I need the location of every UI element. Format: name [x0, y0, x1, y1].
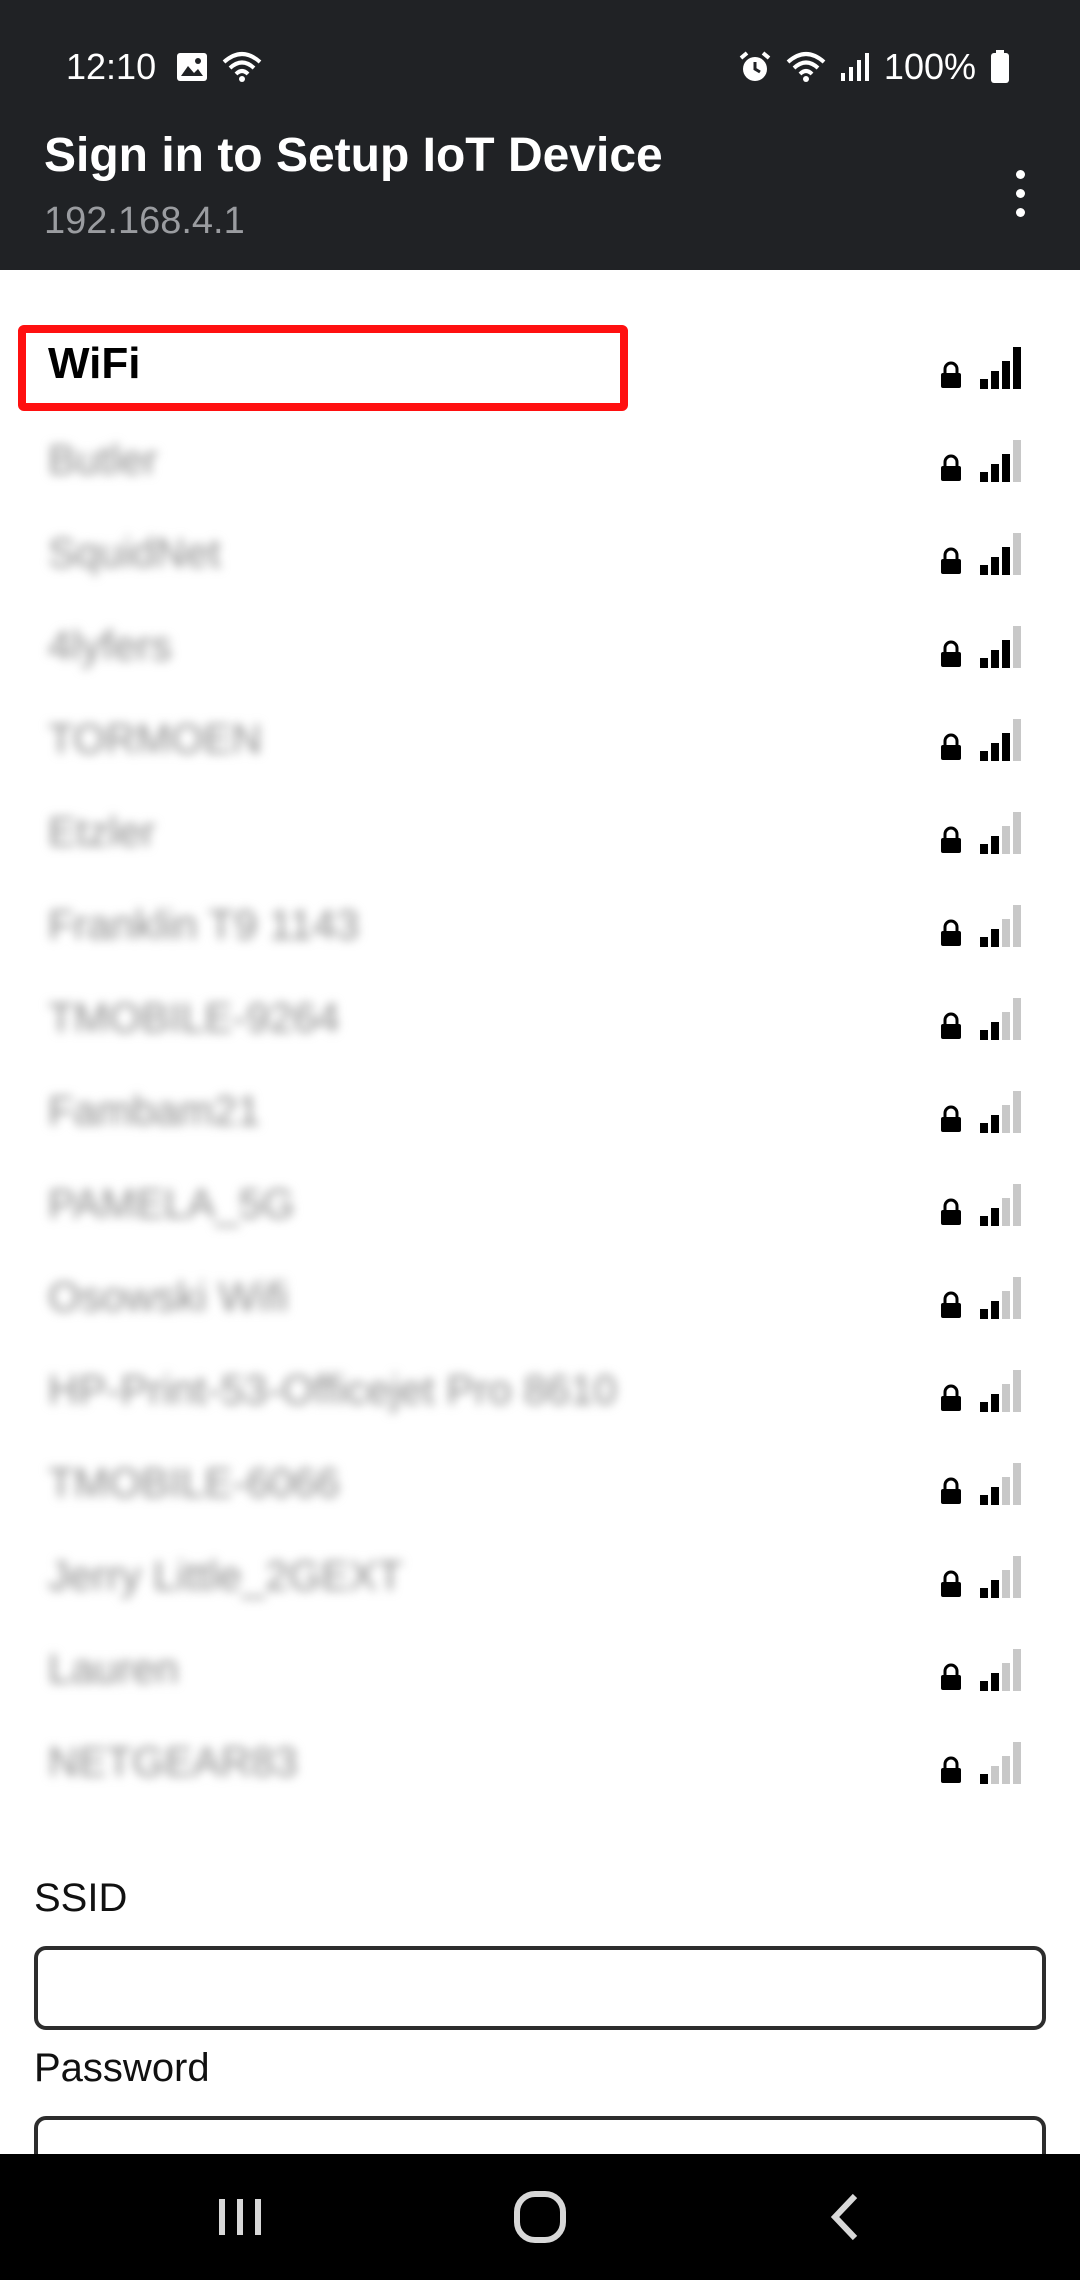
lock-icon: [941, 640, 961, 667]
wifi-calling-icon: [222, 50, 262, 84]
lock-icon: [941, 1570, 961, 1597]
back-icon: [830, 2193, 858, 2241]
lock-icon: [941, 919, 961, 946]
system-icons: 100%: [738, 46, 1010, 88]
signal-strength-icon: [980, 533, 1021, 575]
ssid-label: SSID: [34, 1876, 128, 1920]
lock-icon: [941, 1756, 961, 1783]
page-title: Sign in to Setup IoT Device: [44, 129, 663, 182]
network-name: PAMELA_5G: [48, 1180, 295, 1227]
battery-icon: [990, 50, 1010, 84]
signal-strength-icon: [980, 440, 1021, 482]
lock-icon: [941, 733, 961, 760]
signal-strength-icon: [980, 1463, 1021, 1505]
signal-strength-icon: [980, 1556, 1021, 1598]
alarm-icon: [738, 50, 772, 84]
home-button[interactable]: [440, 2154, 640, 2280]
network-name: TMOBILE-6066: [48, 1459, 340, 1506]
network-item[interactable]: Fambam21: [0, 1069, 1080, 1162]
network-name: 4lyfers: [48, 622, 172, 669]
signal-strength-icon: [980, 998, 1021, 1040]
clock: 12:10: [66, 46, 157, 87]
home-icon: [514, 2191, 566, 2243]
network-item[interactable]: SquidNet: [0, 511, 1080, 604]
signal-strength-icon: [980, 347, 1021, 389]
signal-strength-icon: [980, 626, 1021, 668]
network-name: HP-Print-53-Officejet Pro 8610: [48, 1366, 617, 1413]
network-list: WiFi Butler SquidNet 4lyfers TORMOEN Etzler Fr…: [0, 325, 1080, 1813]
lock-icon: [941, 1663, 961, 1690]
network-item[interactable]: TMOBILE-6066: [0, 1441, 1080, 1534]
network-item[interactable]: Butler: [0, 418, 1080, 511]
lock-icon: [941, 1105, 961, 1132]
signal-strength-icon: [980, 905, 1021, 947]
network-item[interactable]: NETGEAR83: [0, 1720, 1080, 1813]
network-name: TORMOEN: [48, 715, 262, 762]
page-url: 192.168.4.1: [44, 200, 245, 242]
navigation-bar: [0, 2154, 1080, 2280]
image-icon: [176, 52, 208, 82]
signal-strength-icon: [980, 1649, 1021, 1691]
network-item[interactable]: 4lyfers: [0, 604, 1080, 697]
network-name: SquidNet: [48, 529, 221, 576]
lock-icon: [941, 547, 961, 574]
network-name: Osowski Wifi: [48, 1273, 289, 1320]
signal-strength-icon: [980, 1091, 1021, 1133]
lock-icon: [941, 1012, 961, 1039]
signal-icon: [840, 51, 870, 83]
wifi-icon: [786, 50, 826, 84]
network-name: Jerry Little_2GEXT: [48, 1552, 403, 1599]
network-item[interactable]: PAMELA_5G: [0, 1162, 1080, 1255]
status-bar: 12:10 100%: [0, 0, 1080, 118]
network-item[interactable]: Osowski Wifi: [0, 1255, 1080, 1348]
network-name: NETGEAR83: [48, 1738, 298, 1785]
network-name: Fambam21: [48, 1087, 261, 1134]
network-name: Butler: [48, 436, 158, 483]
network-item[interactable]: Etzler: [0, 790, 1080, 883]
recent-apps-button[interactable]: [140, 2154, 340, 2280]
network-item[interactable]: Lauren: [0, 1627, 1080, 1720]
network-name: Lauren: [48, 1645, 179, 1692]
lock-icon: [941, 1384, 961, 1411]
app-bar: Sign in to Setup IoT Device 192.168.4.1: [0, 118, 1080, 270]
network-item[interactable]: HP-Print-53-Officejet Pro 8610: [0, 1348, 1080, 1441]
lock-icon: [941, 1477, 961, 1504]
network-name: TMOBILE-9264: [48, 994, 340, 1041]
network-name: Franklin T9 1143: [48, 901, 360, 948]
network-name: WiFi: [48, 339, 141, 388]
lock-icon: [941, 454, 961, 481]
notification-icons: [176, 50, 262, 84]
lock-icon: [941, 361, 961, 388]
signal-strength-icon: [980, 812, 1021, 854]
battery-percent: 100%: [883, 46, 976, 87]
network-item[interactable]: Jerry Little_2GEXT: [0, 1534, 1080, 1627]
lock-icon: [941, 1198, 961, 1225]
network-item[interactable]: WiFi: [0, 325, 1080, 418]
back-button[interactable]: [744, 2154, 944, 2280]
lock-icon: [941, 826, 961, 853]
signal-strength-icon: [980, 1277, 1021, 1319]
signal-strength-icon: [980, 1742, 1021, 1784]
signal-strength-icon: [980, 1370, 1021, 1412]
network-name: Etzler: [48, 808, 156, 855]
ssid-input[interactable]: [34, 1946, 1046, 2030]
network-item[interactable]: TORMOEN: [0, 697, 1080, 790]
more-vert-icon[interactable]: [1000, 158, 1040, 228]
lock-icon: [941, 1291, 961, 1318]
signal-strength-icon: [980, 1184, 1021, 1226]
password-label: Password: [34, 2046, 210, 2090]
signal-strength-icon: [980, 719, 1021, 761]
network-item[interactable]: Franklin T9 1143: [0, 883, 1080, 976]
recent-apps-icon: [219, 2199, 261, 2235]
network-item[interactable]: TMOBILE-9264: [0, 976, 1080, 1069]
